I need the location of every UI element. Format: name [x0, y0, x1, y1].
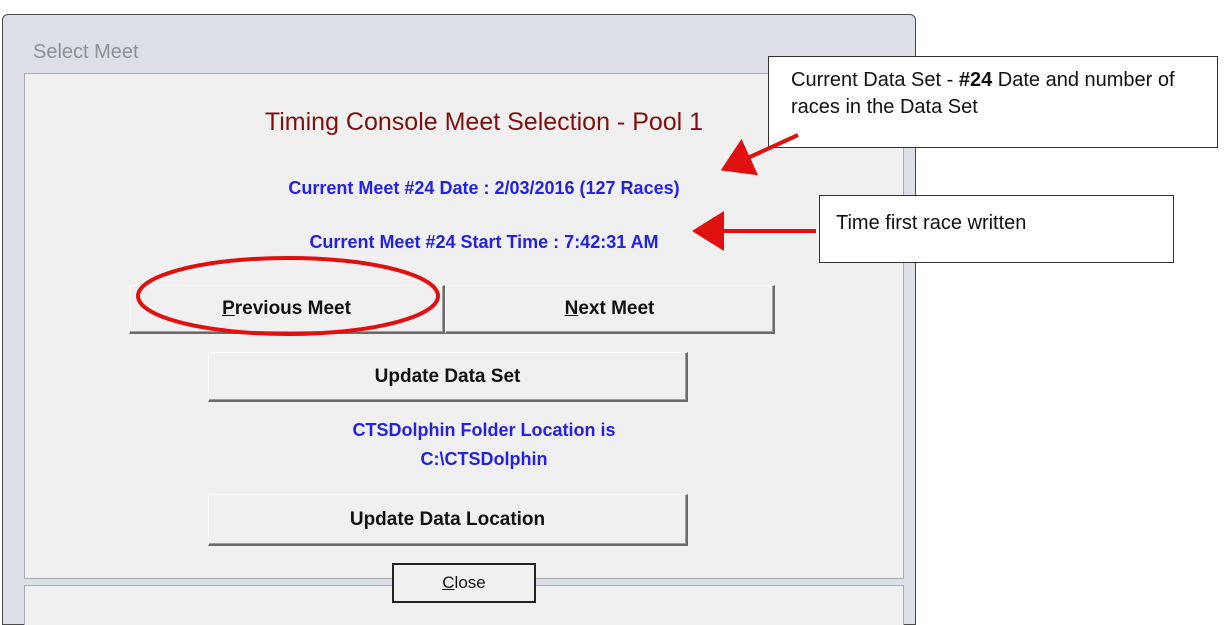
arrow-to-meet-date [720, 133, 799, 176]
annotation-overlay [136, 133, 816, 336]
screenshot-stage: Select Meet Timing Console Meet Selectio… [0, 0, 1225, 625]
highlight-ellipse-previous-meet [136, 256, 440, 336]
